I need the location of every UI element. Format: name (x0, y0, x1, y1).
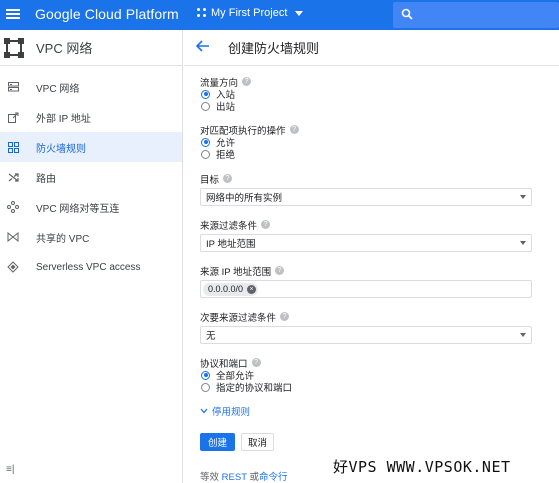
equivalent-prefix: 等效 (200, 472, 220, 483)
top-app-bar: Google Cloud Platform My First Project (0, 0, 559, 30)
help-icon[interactable]: ? (275, 266, 285, 275)
sidebar-item-label: VPC 网络 (36, 83, 80, 95)
ip-range-chip[interactable]: 0.0.0.0/0 × (203, 282, 259, 296)
direction-ingress-option[interactable]: 入站 (200, 88, 535, 101)
sidebar-item-label: VPC 网络对等互连 (36, 203, 120, 215)
firewall-icon (6, 140, 20, 154)
radio-selected[interactable] (201, 89, 210, 99)
select-value: 网络中的所有实例 (206, 193, 283, 204)
project-name: My First Project (211, 7, 288, 19)
page-header: 创建防火墙规则 (184, 30, 559, 66)
radio-selected[interactable] (201, 137, 210, 147)
help-icon[interactable]: ? (223, 174, 233, 183)
option-label: 出站 (216, 102, 236, 113)
protocols-specified-option[interactable]: 指定的协议和端口 (200, 381, 535, 394)
create-button[interactable]: 创建 (200, 433, 236, 451)
peering-icon (6, 200, 20, 214)
back-arrow-icon[interactable] (195, 39, 214, 57)
action-deny-option[interactable]: 拒绝 (200, 148, 535, 161)
help-icon[interactable]: ? (251, 358, 261, 367)
or-text: 或 (249, 472, 259, 483)
select-value: IP 地址范围 (206, 239, 256, 250)
option-label: 拒绝 (216, 150, 236, 161)
routes-icon (6, 170, 20, 184)
shared-vpc-icon (6, 230, 20, 244)
radio-selected[interactable] (201, 370, 210, 380)
cancel-button[interactable]: 取消 (241, 433, 275, 451)
command-line-link[interactable]: 命令行 (259, 472, 288, 483)
rest-link[interactable]: REST (222, 472, 247, 483)
sidebar-item-routes[interactable]: 路由 (0, 162, 182, 192)
menu-icon[interactable] (6, 7, 20, 21)
page-title: 创建防火墙规则 (228, 41, 320, 56)
second-filter-select[interactable]: 无 (200, 326, 532, 344)
chevron-down-icon (200, 408, 208, 414)
disable-rule-label: 停用规则 (212, 407, 251, 418)
project-dots-icon (197, 8, 207, 18)
external-ip-icon (6, 110, 20, 124)
source-filter-select[interactable]: IP 地址范围 (200, 234, 532, 252)
sidebar-item-shared-vpc[interactable]: 共享的 VPC (0, 222, 182, 252)
sidebar-item-firewall[interactable]: 防火墙规则 (0, 132, 182, 162)
help-icon[interactable]: ? (280, 312, 290, 321)
action-label: 对匹配项执行的操作 (200, 125, 286, 137)
vpc-logo-icon (4, 37, 24, 58)
sidebar-item-label: Serverless VPC access (36, 261, 141, 273)
source-filter-label: 来源过滤条件 (200, 220, 258, 232)
brand-title[interactable]: Google Cloud Platform (35, 6, 179, 22)
sidebar-item-label: 外部 IP 地址 (36, 113, 91, 125)
remove-chip-icon[interactable]: × (247, 284, 257, 294)
sidebar-header: VPC 网络 (0, 30, 182, 66)
search-icon (401, 8, 413, 20)
radio-unselected[interactable] (201, 382, 210, 392)
sidebar-item-peering[interactable]: VPC 网络对等互连 (0, 192, 182, 222)
direction-egress-option[interactable]: 出站 (200, 100, 535, 113)
sidebar-item-label: 共享的 VPC (36, 233, 90, 245)
chip-label: 0.0.0.0/0 (208, 284, 244, 294)
sidebar-title: VPC 网络 (36, 41, 93, 56)
target-select[interactable]: 网络中的所有实例 (200, 188, 532, 206)
chevron-down-icon (295, 10, 304, 16)
disable-rule-toggle[interactable]: 停用规则 (200, 404, 535, 418)
dropdown-arrow-icon (520, 333, 526, 337)
sidebar-item-label: 路由 (36, 173, 56, 185)
radio-unselected[interactable] (201, 101, 210, 111)
help-icon[interactable]: ? (242, 77, 252, 86)
select-value: 无 (206, 331, 216, 342)
serverless-icon (6, 260, 20, 274)
project-selector[interactable]: My First Project (197, 7, 304, 19)
vpc-network-icon (6, 80, 20, 94)
radio-unselected[interactable] (201, 149, 210, 159)
option-label: 指定的协议和端口 (216, 383, 293, 394)
source-ranges-label: 来源 IP 地址范围 (200, 266, 272, 278)
target-label: 目标 (200, 174, 220, 186)
sidebar-item-external-ip[interactable]: 外部 IP 地址 (0, 102, 182, 132)
firewall-rule-form: 流量方向? 入站 出站 对匹配项执行的操作? 允许 拒绝 目标? 网络中的所有实… (200, 72, 535, 483)
sidebar-item-vpc-networks[interactable]: VPC 网络 (0, 72, 182, 102)
action-allow-option[interactable]: 允许 (200, 136, 535, 149)
collapse-sidebar-icon[interactable]: ≡| (6, 464, 14, 475)
sidebar: VPC 网络 VPC 网络 外部 IP 地址 防火墙规则 路由 VPC 网络对等… (0, 30, 183, 483)
help-icon[interactable]: ? (289, 125, 299, 134)
search-bar[interactable] (393, 2, 559, 28)
help-icon[interactable]: ? (261, 220, 271, 229)
dropdown-arrow-icon (520, 241, 526, 245)
dropdown-arrow-icon (520, 195, 526, 199)
watermark: 好VPS WWW.VPSOK.NET (333, 458, 511, 476)
sidebar-item-label: 防火墙规则 (36, 143, 86, 155)
sidebar-item-serverless[interactable]: Serverless VPC access (0, 252, 182, 282)
source-ranges-input[interactable]: 0.0.0.0/0 × (200, 280, 532, 298)
second-filter-label: 次要来源过滤条件 (200, 312, 277, 324)
